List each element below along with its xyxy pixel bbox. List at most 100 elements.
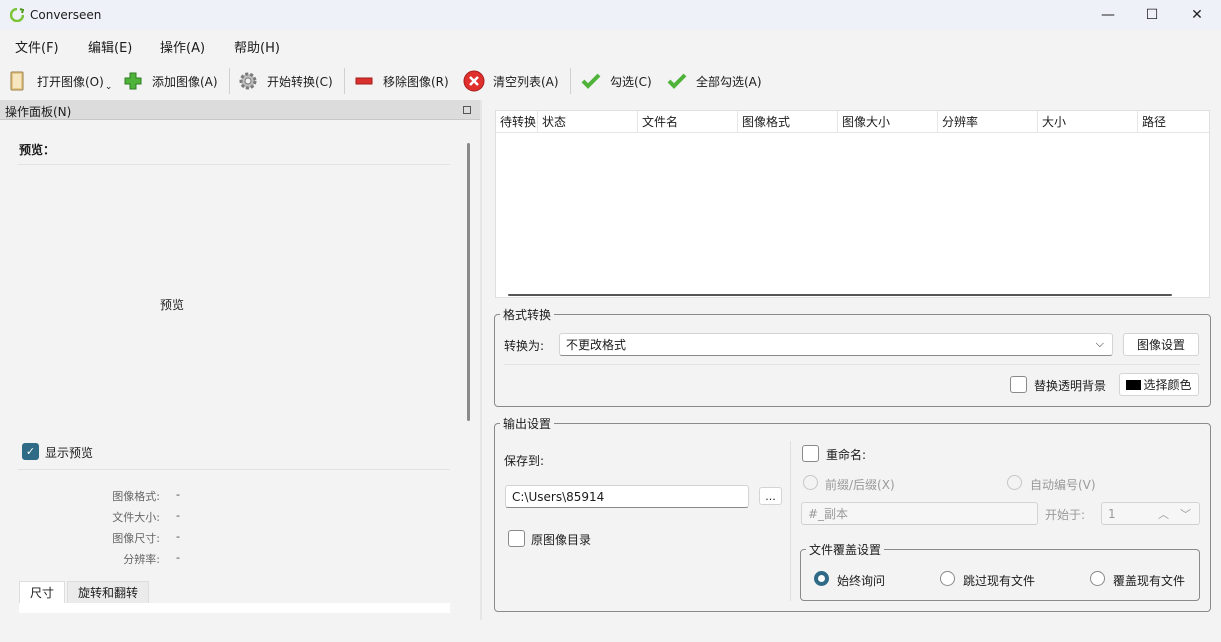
column-header[interactable]: 待转换 <box>496 111 538 133</box>
title-bar <box>0 0 1221 30</box>
open-images-button[interactable]: 打开图像(O) ⌄ <box>7 66 112 96</box>
overwrite-replace-radio[interactable] <box>1090 571 1105 586</box>
preview-area: 预览 <box>160 298 185 312</box>
toolbar-separator <box>570 68 571 94</box>
format-select[interactable]: 不更改格式 ⌵ <box>559 333 1113 356</box>
overwrite-ask-radio[interactable] <box>814 571 829 586</box>
chevron-down-icon: ⌄ <box>104 82 113 92</box>
add-images-label: 添加图像(A) <box>152 74 218 89</box>
choose-color-label: 选择颜色 <box>1143 378 1192 392</box>
checkmark-icon <box>580 70 602 92</box>
overwrite-replace-label: 覆盖现有文件 <box>1113 574 1186 588</box>
close-button[interactable]: ✕ <box>1174 0 1220 30</box>
preview-heading: 预览： <box>19 143 56 157</box>
column-header[interactable]: 状态 <box>538 111 638 133</box>
minus-icon <box>353 70 375 92</box>
gear-icon <box>237 70 259 92</box>
info-value-filesize: - <box>176 509 180 522</box>
info-label-filesize: 文件大小: <box>112 511 160 524</box>
menu-edit[interactable]: 编辑(E) <box>88 37 132 56</box>
info-value-dimensions: - <box>176 530 180 543</box>
format-select-value: 不更改格式 <box>566 338 627 352</box>
chevron-down-icon[interactable]: ﹀ <box>1180 506 1191 522</box>
toolbar-separator <box>344 68 345 94</box>
preview-scrollbar[interactable] <box>467 143 470 421</box>
table-scrollbar[interactable] <box>508 294 1172 296</box>
info-label-resolution: 分辨率: <box>123 553 160 566</box>
info-label-dimensions: 图像尺寸: <box>112 532 160 545</box>
tab-content <box>19 603 450 613</box>
chevron-down-icon: ⌵ <box>1095 337 1104 350</box>
prefix-suffix-radio[interactable] <box>803 475 818 490</box>
replace-transparent-label: 替换透明背景 <box>1034 379 1107 393</box>
column-header[interactable]: 分辨率 <box>938 111 1038 133</box>
check-label: 勾选(C) <box>610 74 652 89</box>
panel-title: 操作面板(N) <box>5 105 72 119</box>
save-path-input[interactable]: C:\Users\85914 <box>505 485 749 508</box>
panel-splitter[interactable] <box>480 100 482 620</box>
plus-icon <box>122 70 144 92</box>
chevron-up-icon[interactable]: ︿ <box>1158 506 1169 522</box>
menu-help[interactable]: 帮助(H) <box>234 37 280 56</box>
toolbar-separator <box>229 68 230 94</box>
overwrite-skip-label: 跳过现有文件 <box>963 574 1036 588</box>
save-to-label: 保存到: <box>504 454 545 468</box>
clear-list-button[interactable]: 清空列表(A) <box>463 66 559 96</box>
menu-actions[interactable]: 操作(A) <box>160 37 205 56</box>
overwrite-group-title: 文件覆盖设置 <box>806 541 885 558</box>
file-table[interactable] <box>495 110 1210 298</box>
check-button[interactable]: 勾选(C) <box>580 66 652 96</box>
panel-header <box>0 100 480 120</box>
maximize-button[interactable]: ☐ <box>1129 0 1175 30</box>
replace-transparent-checkbox[interactable] <box>1010 376 1027 393</box>
float-panel-icon[interactable] <box>463 106 471 114</box>
start-conversion-label: 开始转换(C) <box>267 74 333 89</box>
check-all-label: 全部勾选(A) <box>696 74 762 89</box>
checkmark-icon <box>666 70 688 92</box>
auto-number-label: 自动编号(V) <box>1030 478 1096 492</box>
column-header[interactable]: 文件名 <box>638 111 738 133</box>
convert-to-label: 转换为: <box>504 339 545 353</box>
image-settings-button[interactable]: 图像设置 <box>1123 333 1199 356</box>
column-header[interactable]: 图像格式 <box>738 111 838 133</box>
converseen-app-icon <box>9 7 25 23</box>
divider <box>18 164 450 165</box>
divider <box>790 441 791 601</box>
tab-size[interactable]: 尺寸 <box>19 581 66 603</box>
divider <box>18 469 450 470</box>
rename-checkbox[interactable] <box>802 445 819 462</box>
color-swatch <box>1126 379 1142 390</box>
open-folder-icon <box>7 70 29 92</box>
rename-pattern-input[interactable]: #_副本 <box>801 502 1038 525</box>
format-group-title: 格式转换 <box>500 306 555 323</box>
rename-label: 重命名: <box>826 448 867 462</box>
info-value-resolution: - <box>176 551 180 564</box>
divider <box>504 364 1200 365</box>
remove-images-label: 移除图像(R) <box>383 74 449 89</box>
output-group-title: 输出设置 <box>500 415 555 432</box>
show-preview-checkbox[interactable]: ✓ <box>22 443 39 460</box>
info-label-format: 图像格式: <box>112 490 160 503</box>
column-header[interactable]: 路径 <box>1138 111 1209 133</box>
overwrite-skip-radio[interactable] <box>940 571 955 586</box>
tab-rotate-flip[interactable]: 旋转和翻转 <box>67 581 150 603</box>
column-header[interactable]: 大小 <box>1038 111 1138 133</box>
check-all-button[interactable]: 全部勾选(A) <box>666 66 762 96</box>
info-value-format: - <box>176 488 180 501</box>
start-conversion-button[interactable]: 开始转换(C) <box>237 66 333 96</box>
choose-color-button[interactable]: 选择颜色 <box>1119 373 1199 396</box>
clear-list-label: 清空列表(A) <box>493 74 559 89</box>
add-images-button[interactable]: 添加图像(A) <box>122 66 218 96</box>
browse-button[interactable]: ... <box>759 487 782 505</box>
original-dir-checkbox[interactable] <box>508 530 525 547</box>
start-at-label: 开始于: <box>1045 508 1086 522</box>
column-header[interactable]: 图像大小 <box>838 111 938 133</box>
overwrite-ask-label: 始终询问 <box>837 574 886 588</box>
minimize-button[interactable]: — <box>1085 0 1131 30</box>
auto-number-radio[interactable] <box>1007 475 1022 490</box>
clear-x-icon <box>463 70 485 92</box>
open-images-label: 打开图像(O) <box>37 74 104 89</box>
menu-file[interactable]: 文件(F) <box>15 37 59 56</box>
remove-images-button[interactable]: 移除图像(R) <box>353 66 449 96</box>
start-at-spinbox[interactable]: 1 ︿ ﹀ <box>1101 502 1200 525</box>
